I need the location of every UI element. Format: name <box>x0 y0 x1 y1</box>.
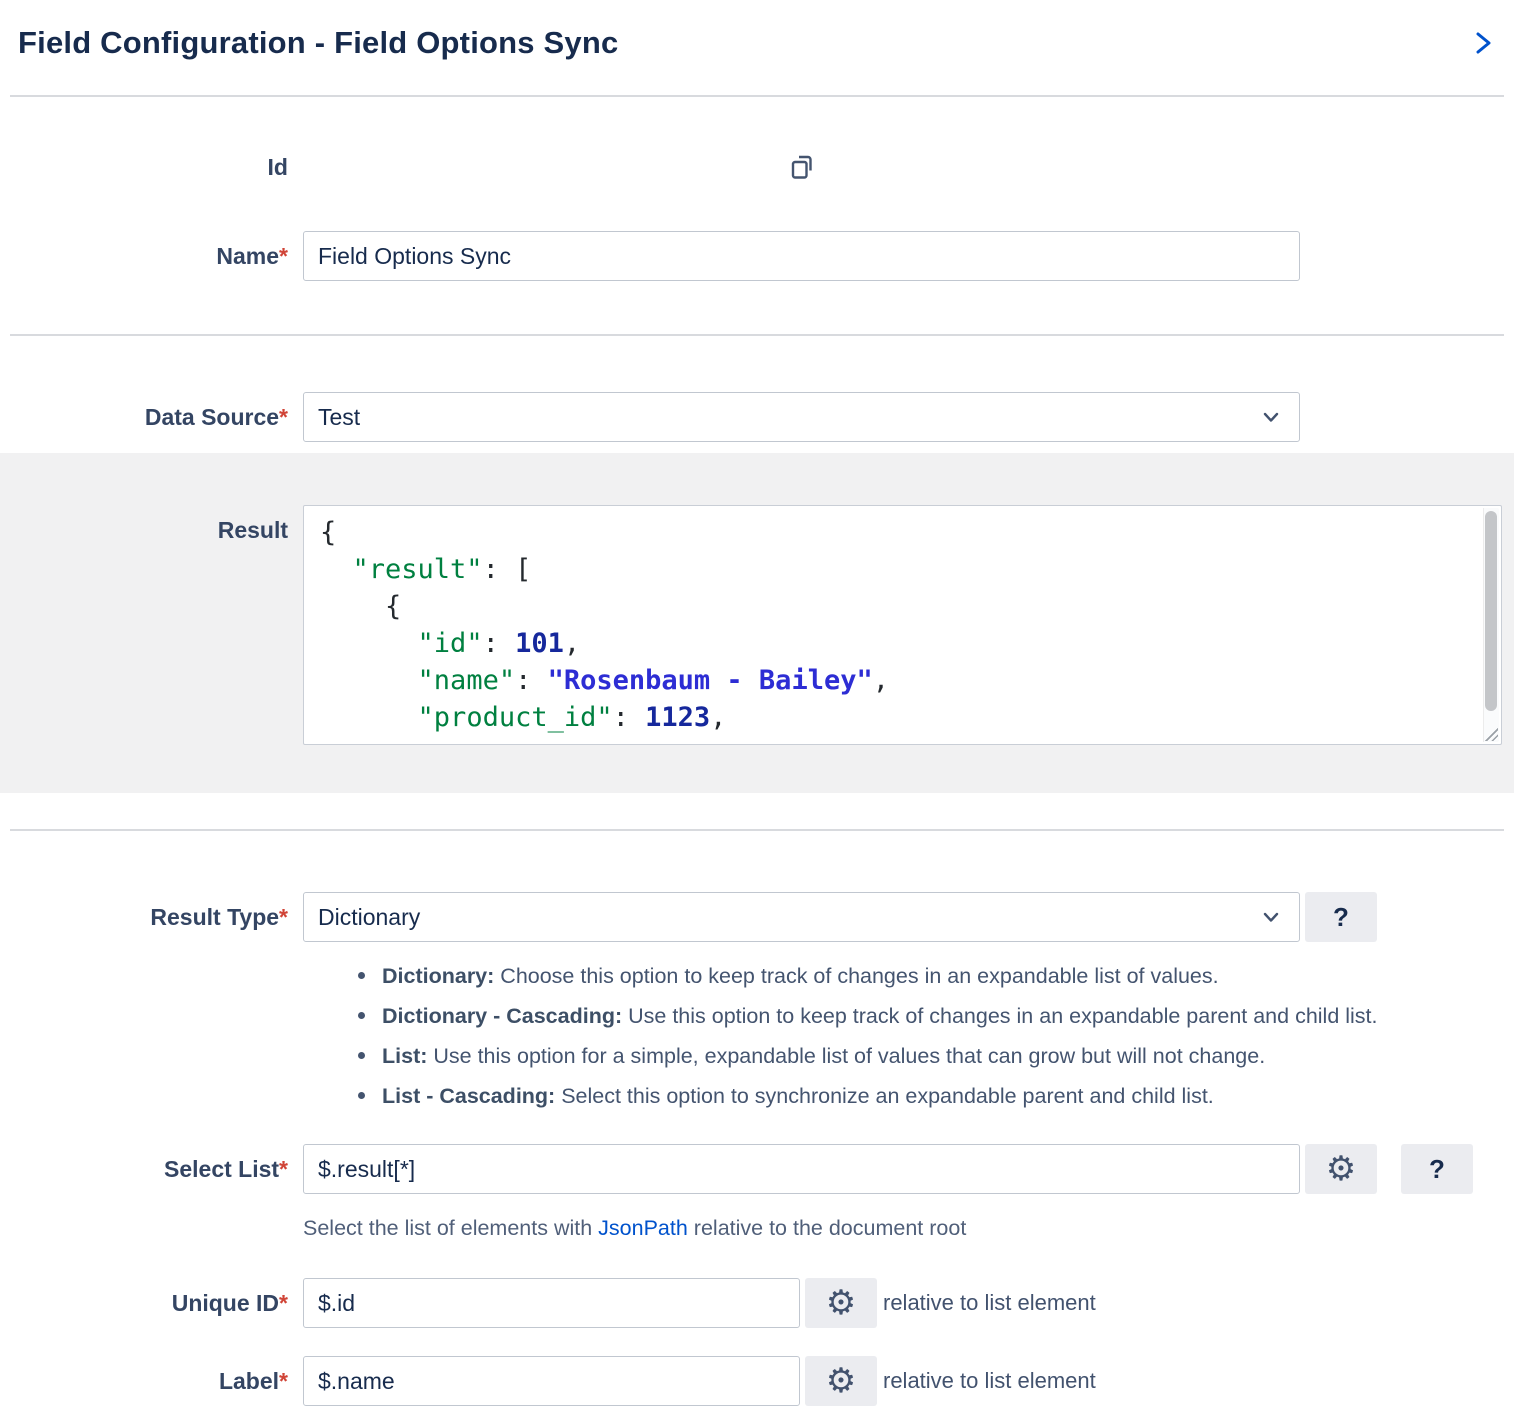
list-item: Dictionary - Cascading: Use this option … <box>358 1002 1514 1042</box>
label-hint: relative to list element <box>883 1368 1096 1394</box>
copy-icon <box>787 151 817 183</box>
result-type-label-text: Result Type <box>150 904 279 930</box>
label-input[interactable] <box>303 1356 800 1406</box>
result-type-selected-value: Dictionary <box>318 904 420 931</box>
chevron-down-icon <box>1259 905 1283 929</box>
list-item: Dictionary: Choose this option to keep t… <box>358 962 1514 1002</box>
divider <box>10 334 1504 336</box>
hint-text: relative to the document root <box>688 1216 966 1240</box>
data-source-label: Data Source* <box>0 404 303 431</box>
copy-id-button[interactable] <box>787 151 817 183</box>
select-list-label-text: Select List <box>164 1156 279 1182</box>
unique-id-settings-button[interactable]: ⚙ <box>805 1278 877 1328</box>
bullet-icon <box>358 1012 365 1019</box>
select-list-input[interactable] <box>303 1144 1300 1194</box>
list-item: List: Use this option for a simple, expa… <box>358 1042 1514 1082</box>
divider <box>10 95 1504 97</box>
id-label: Id <box>0 154 303 181</box>
required-asterisk: * <box>279 1368 288 1394</box>
result-type-help-button[interactable]: ? <box>1305 892 1377 942</box>
option-text: Select this option to synchronize an exp… <box>555 1084 1214 1108</box>
option-name: Dictionary - Cascading: <box>382 1004 622 1028</box>
result-section: Result { "result": [ { "id": 101, "name"… <box>0 453 1514 793</box>
name-label: Name* <box>0 243 303 270</box>
label-field-label-text: Label <box>219 1368 279 1394</box>
result-code-editor[interactable]: { "result": [ { "id": 101, "name": "Rose… <box>303 505 1502 745</box>
gear-icon: ⚙ <box>1326 1152 1356 1186</box>
list-item: List - Cascading: Select this option to … <box>358 1082 1514 1122</box>
unique-id-hint: relative to list element <box>883 1290 1096 1316</box>
required-asterisk: * <box>279 904 288 930</box>
option-description: List - Cascading: Select this option to … <box>382 1082 1214 1110</box>
select-list-label: Select List* <box>0 1156 303 1183</box>
result-label: Result <box>0 505 303 544</box>
option-text: Use this option for a simple, expandable… <box>427 1044 1265 1068</box>
chevron-right-icon <box>1470 28 1496 58</box>
required-asterisk: * <box>279 1290 288 1316</box>
divider <box>10 829 1504 831</box>
result-code: { "result": [ { "id": 101, "name": "Rose… <box>320 514 1467 736</box>
page-title: Field Configuration - Field Options Sync <box>18 25 618 61</box>
panel-header: Field Configuration - Field Options Sync <box>0 0 1514 95</box>
required-asterisk: * <box>279 404 288 430</box>
select-list-settings-button[interactable]: ⚙ <box>1305 1144 1377 1194</box>
name-label-text: Name <box>216 243 279 269</box>
result-type-descriptions: Dictionary: Choose this option to keep t… <box>358 962 1514 1122</box>
bullet-icon <box>358 1092 365 1099</box>
select-list-hint: Select the list of elements with JsonPat… <box>303 1216 1514 1246</box>
option-name: Dictionary: <box>382 964 494 988</box>
label-field-label: Label* <box>0 1368 303 1395</box>
option-description: List: Use this option for a simple, expa… <box>382 1042 1265 1070</box>
option-name: List - Cascading: <box>382 1084 555 1108</box>
data-source-select[interactable]: Test <box>303 392 1300 442</box>
collapse-panel-button[interactable] <box>1466 24 1500 62</box>
bullet-icon <box>358 1052 365 1059</box>
scrollbar-thumb[interactable] <box>1485 511 1497 711</box>
name-input[interactable] <box>303 231 1300 281</box>
result-type-select[interactable]: Dictionary <box>303 892 1300 942</box>
data-source-label-text: Data Source <box>145 404 279 430</box>
question-mark-icon: ? <box>1333 902 1349 933</box>
option-text: Choose this option to keep track of chan… <box>494 964 1218 988</box>
data-source-selected-value: Test <box>318 404 360 431</box>
result-type-label: Result Type* <box>0 904 303 931</box>
scrollbar-track[interactable] <box>1483 508 1499 742</box>
select-list-help-button[interactable]: ? <box>1401 1144 1473 1194</box>
gear-icon: ⚙ <box>826 1286 856 1320</box>
label-settings-button[interactable]: ⚙ <box>805 1356 877 1406</box>
required-asterisk: * <box>279 1156 288 1182</box>
option-name: List: <box>382 1044 427 1068</box>
unique-id-input[interactable] <box>303 1278 800 1328</box>
gear-icon: ⚙ <box>826 1364 856 1398</box>
hint-text: Select the list of elements with <box>303 1216 598 1240</box>
option-description: Dictionary - Cascading: Use this option … <box>382 1002 1378 1030</box>
required-asterisk: * <box>279 243 288 269</box>
bullet-icon <box>358 972 365 979</box>
question-mark-icon: ? <box>1429 1154 1445 1185</box>
unique-id-label-text: Unique ID <box>172 1290 279 1316</box>
unique-id-label: Unique ID* <box>0 1290 303 1317</box>
chevron-down-icon <box>1259 405 1283 429</box>
option-text: Use this option to keep track of changes… <box>622 1004 1377 1028</box>
jsonpath-link[interactable]: JsonPath <box>598 1216 688 1240</box>
option-description: Dictionary: Choose this option to keep t… <box>382 962 1219 990</box>
